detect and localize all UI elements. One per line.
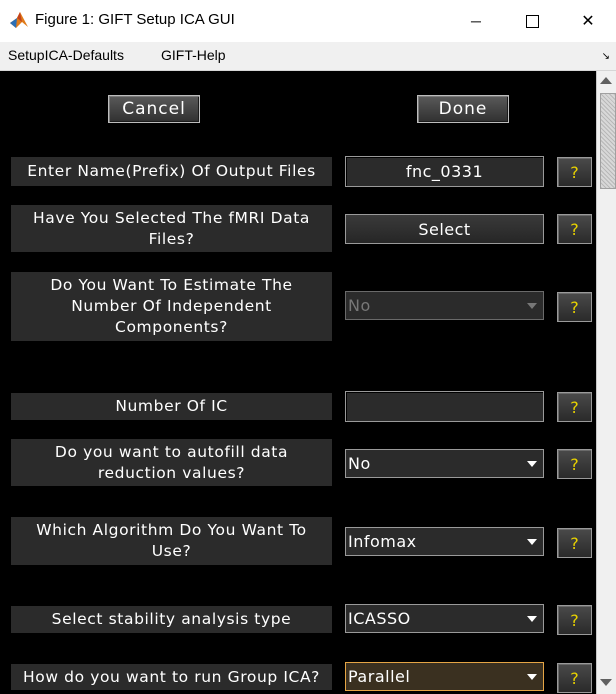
scroll-down-icon[interactable] [600,679,612,686]
minimize-icon: ─ [471,13,481,29]
estimate-components-dropdown[interactable]: No [345,291,544,320]
fmri-data-label: Have You Selected The fMRI Data Files? [11,205,332,252]
close-icon: ✕ [581,13,595,30]
dropdown-value: ICASSO [348,609,411,628]
scroll-up-icon[interactable] [600,77,612,84]
vertical-scrollbar[interactable] [596,71,616,694]
group-ica-mode-dropdown[interactable]: Parallel [345,662,544,691]
group-ica-mode-help-button[interactable]: ? [557,663,592,693]
window-title: Figure 1: GIFT Setup ICA GUI [35,11,235,28]
stability-analysis-help-button[interactable]: ? [557,605,592,635]
stability-analysis-dropdown[interactable]: ICASSO [345,604,544,633]
maximize-icon [525,14,539,28]
chevron-down-icon [527,616,537,622]
menu-bar: SetupICA-Defaults GIFT-Help ↘ [0,42,616,71]
stability-analysis-label: Select stability analysis type [11,606,332,633]
dropdown-value: Infomax [348,532,417,551]
chevron-down-icon [527,303,537,309]
dropdown-value: No [348,296,371,315]
autofill-help-button[interactable]: ? [557,449,592,479]
number-of-ic-label: Number Of IC [11,393,332,420]
fmri-data-help-button[interactable]: ? [557,214,592,244]
done-button[interactable]: Done [417,95,509,123]
autofill-label: Do you want to autofill data reduction v… [11,439,332,486]
maximize-button[interactable] [504,0,560,42]
chevron-down-icon [527,674,537,680]
title-bar: Figure 1: GIFT Setup ICA GUI ─ ✕ [0,0,616,42]
matlab-logo-icon [10,12,28,28]
menu-overflow-icon[interactable]: ↘ [602,51,610,62]
menu-gift-help[interactable]: GIFT-Help [161,47,226,63]
cancel-button[interactable]: Cancel [108,95,200,123]
output-prefix-label: Enter Name(Prefix) Of Output Files [11,157,332,186]
number-of-ic-input[interactable] [345,391,544,422]
number-of-ic-help-button[interactable]: ? [557,392,592,422]
algorithm-dropdown[interactable]: Infomax [345,527,544,556]
dropdown-value: No [348,454,371,473]
algorithm-label: Which Algorithm Do You Want To Use? [11,517,332,565]
algorithm-help-button[interactable]: ? [557,528,592,558]
scrollbar-thumb[interactable] [600,93,616,189]
autofill-dropdown[interactable]: No [345,449,544,478]
menu-setupica-defaults[interactable]: SetupICA-Defaults [8,47,124,63]
minimize-button[interactable]: ─ [448,0,504,42]
output-prefix-input[interactable]: fnc_0331 [345,156,544,187]
chevron-down-icon [527,539,537,545]
chevron-down-icon [527,461,537,467]
estimate-components-help-button[interactable]: ? [557,292,592,322]
estimate-components-label: Do You Want To Estimate The Number Of In… [11,272,332,341]
group-ica-mode-label: How do you want to run Group ICA? [11,664,332,690]
close-button[interactable]: ✕ [560,0,616,42]
dropdown-value: Parallel [348,667,411,686]
output-prefix-help-button[interactable]: ? [557,157,592,187]
setup-panel: Cancel Done Enter Name(Prefix) Of Output… [0,71,596,694]
select-data-button[interactable]: Select [345,214,544,244]
